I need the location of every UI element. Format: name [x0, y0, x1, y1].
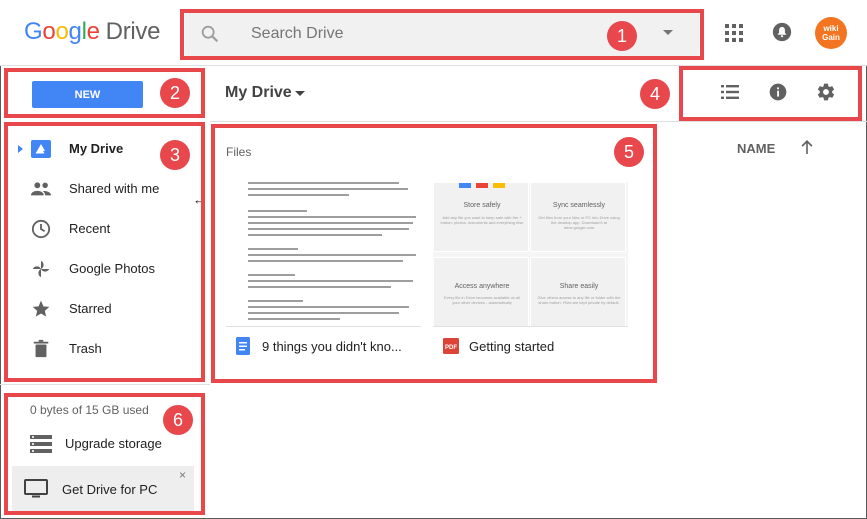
annotation-number: 6	[163, 405, 193, 435]
logo-product-name: Drive	[105, 18, 161, 45]
location-title[interactable]: My Drive	[225, 84, 292, 102]
annotation-number: 4	[640, 79, 670, 109]
sidebar-divider	[0, 384, 210, 385]
google-drive-logo[interactable]: Google Drive	[24, 18, 160, 46]
apps-grid-icon[interactable]	[725, 24, 743, 42]
annotation-number: 1	[607, 21, 637, 51]
logo-letter: G	[24, 18, 43, 45]
annotation-box-view-controls	[679, 66, 862, 121]
annotation-number: 3	[160, 140, 190, 170]
sort-column-header[interactable]: NAME	[737, 141, 775, 156]
notifications-bell-icon[interactable]	[772, 22, 792, 42]
toolbar-divider	[210, 121, 867, 122]
annotation-box-files	[211, 124, 657, 383]
logo-letter: g	[68, 18, 82, 45]
logo-letter: o	[55, 18, 69, 45]
logo-letter: o	[42, 18, 56, 45]
annotation-number: 5	[614, 137, 644, 167]
avatar-text: wiki	[823, 24, 839, 33]
annotation-number: 2	[160, 78, 190, 108]
location-dropdown-icon[interactable]	[295, 91, 305, 96]
sort-ascending-arrow-icon[interactable]	[800, 139, 814, 155]
logo-letter: e	[86, 18, 100, 45]
avatar-text: Gain	[822, 33, 840, 42]
account-avatar[interactable]: wiki Gain	[815, 17, 847, 49]
